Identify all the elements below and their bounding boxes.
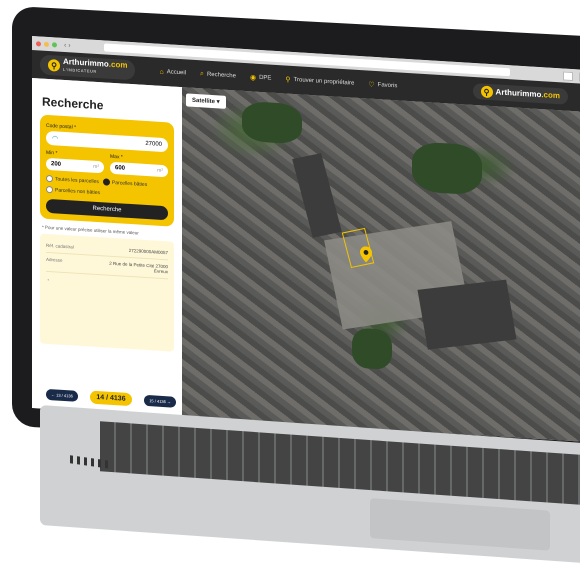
clock-icon: ◔ <box>46 277 50 285</box>
brand-domain: .com <box>541 90 560 101</box>
brand-logo-right[interactable]: ⚲ Arthurimmo.com <box>472 82 568 105</box>
address-label: Adresse <box>46 256 63 263</box>
browser-nav-arrows[interactable]: ‹ › <box>64 41 71 48</box>
logo-mark-icon: ⚲ <box>48 58 60 72</box>
satellite-map[interactable]: Satellite ▾ <box>182 87 580 443</box>
max-group: Max * 600 m² <box>110 152 168 178</box>
location-icon: ◠ <box>52 135 59 143</box>
prev-result-button[interactable]: ← 13 / 4136 <box>46 388 78 402</box>
radio-unbuilt-parcels[interactable]: Parcelles non bâties <box>46 185 101 196</box>
map-tree-area <box>242 100 302 145</box>
menu-label: DPE <box>259 74 272 82</box>
result-pager: ← 13 / 4136 14 / 4136 15 / 4136 → <box>46 388 176 409</box>
search-sidebar: Recherche Code postal * ◠ 27000 Min * 20… <box>32 78 182 418</box>
heart-icon: ♡ <box>368 81 375 89</box>
search-icon: ⌕ <box>200 70 204 78</box>
close-dot-icon[interactable] <box>36 40 41 47</box>
min-unit: m² <box>93 163 99 171</box>
surface-row: Min * 200 m² Max * 600 m² <box>46 148 168 178</box>
radio-label: Parcelles bâties <box>111 179 148 188</box>
next-result-button[interactable]: 15 / 4136 → <box>144 394 176 408</box>
map-building <box>292 153 342 238</box>
cadastre-value: 272290000AM0057 <box>128 247 168 256</box>
logo-mark-icon: ⚲ <box>480 85 493 99</box>
menu-label: Trouver un propriétaire <box>293 76 355 87</box>
logo-text: Arthurimmo.com <box>495 87 560 101</box>
menu-label: Accueil <box>166 69 187 77</box>
share-icon[interactable] <box>563 70 573 81</box>
map-tree-area <box>412 141 482 196</box>
menu-item-favoris[interactable]: ♡ Favoris <box>368 81 397 91</box>
menu-label: Favoris <box>377 82 398 90</box>
search-button[interactable]: Recherche <box>46 198 168 221</box>
radio-built-parcels[interactable]: Parcelles bâties <box>102 178 148 188</box>
min-surface-input[interactable]: 200 m² <box>46 157 104 174</box>
radio-button-icon <box>46 174 53 183</box>
max-surface-input[interactable]: 600 m² <box>110 161 168 178</box>
brand-name: Arthurimmo <box>495 87 542 100</box>
address-line-2: Évreux <box>153 268 168 275</box>
radio-label: Parcelles non bâties <box>55 186 101 196</box>
max-value: 600 <box>115 165 126 172</box>
max-unit: m² <box>157 167 163 175</box>
min-value: 200 <box>51 161 62 168</box>
map-building <box>417 279 517 350</box>
menu-item-dpe[interactable]: ◉ DPE <box>250 73 271 82</box>
person-icon: ⚲ <box>285 76 291 84</box>
min-group: Min * 200 m² <box>46 148 104 174</box>
maximize-dot-icon[interactable] <box>52 41 57 48</box>
location-pin-icon[interactable] <box>360 246 372 263</box>
brand-domain: .com <box>108 59 128 70</box>
sidebar-title: Recherche <box>42 94 104 113</box>
main-area: Recherche Code postal * ◠ 27000 Min * 20… <box>32 78 580 443</box>
search-form: Code postal * ◠ 27000 Min * 200 m² Max *… <box>40 114 174 227</box>
map-type-button[interactable]: Satellite ▾ <box>186 93 226 109</box>
logo-text: Arthurimmo.com L'INDICATEUR <box>63 57 128 78</box>
result-card: Réf. cadastral 272290000AM0057 Adresse 2… <box>40 233 174 352</box>
menu-item-accueil[interactable]: ⌂ Accueil <box>159 68 186 78</box>
dpe-icon: ◉ <box>249 74 257 82</box>
laptop: ‹ › ⚲ Arthurimmo.com L'INDICATEUR ⌂ Accu… <box>0 0 580 567</box>
map-tree-area <box>352 327 392 371</box>
radio-button-icon <box>46 185 53 194</box>
result-counter: 14 / 4136 <box>90 390 132 407</box>
touchpad <box>370 498 550 551</box>
postal-code-value: 27000 <box>145 140 162 148</box>
radio-all-parcels[interactable]: Toutes les parcelles <box>46 174 99 185</box>
parcel-type-radios: Toutes les parcelles Parcelles bâties Pa… <box>46 174 168 200</box>
brand-logo[interactable]: ⚲ Arthurimmo.com L'INDICATEUR <box>40 54 136 81</box>
menu-item-trouver-proprietaire[interactable]: ⚲ Trouver un propriétaire <box>285 75 354 87</box>
menu-label: Recherche <box>206 71 236 80</box>
radio-button-selected-icon <box>102 178 110 186</box>
address-value: 2 Rue de la Petite Cité 27000 Évreux <box>109 261 168 275</box>
cadastre-label: Réf. cadastral <box>46 242 74 250</box>
screen: ‹ › ⚲ Arthurimmo.com L'INDICATEUR ⌂ Accu… <box>32 36 580 443</box>
radio-label: Toutes les parcelles <box>55 175 99 185</box>
home-icon: ⌂ <box>159 68 164 76</box>
minimize-dot-icon[interactable] <box>44 41 49 47</box>
menu-item-recherche[interactable]: ⌕ Recherche <box>200 70 236 80</box>
